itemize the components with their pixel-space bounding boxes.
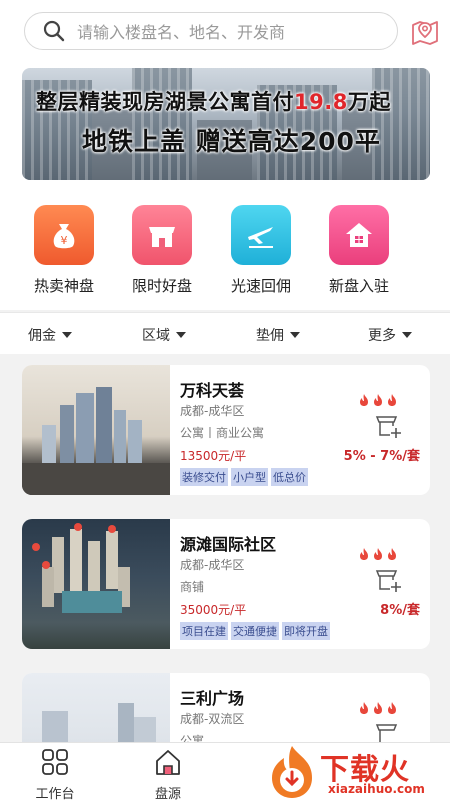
plane-icon: [231, 205, 291, 265]
hot-rating: [358, 547, 398, 561]
category-hot-sale[interactable]: ¥ 热卖神盘: [14, 205, 114, 296]
flame-icon: [374, 548, 382, 560]
header-area: 请输入楼盘名、地名、开发商 整层精装现房湖景公寓首付19.8万起 地铁上盖 赠送…: [0, 0, 450, 310]
search-icon: [43, 20, 65, 42]
category-limited-time[interactable]: 限时好盘: [112, 205, 212, 296]
listing-type: 商铺: [180, 580, 205, 594]
search-bar[interactable]: 请输入楼盘名、地名、开发商: [24, 12, 398, 50]
listing-price: 35000元/平: [180, 603, 247, 617]
tab-label: 盘源: [154, 787, 181, 800]
flame-icon: [374, 702, 382, 714]
store-icon: [132, 205, 192, 265]
dropdown-triangle-icon: [62, 332, 72, 338]
listing-name: 三利广场: [180, 689, 245, 708]
category-new-listing[interactable]: 新盘入驻: [309, 205, 409, 296]
tab-listings[interactable]: 盘源: [133, 747, 203, 800]
listing-tag: 即将开盘: [282, 622, 330, 640]
home-icon: [156, 750, 180, 775]
add-store-icon[interactable]: [374, 413, 402, 439]
listing-name: 万科天荟: [180, 381, 245, 400]
flame-icon: [360, 548, 368, 560]
banner-subline: 地铁上盖 赠送高达200平: [82, 127, 381, 156]
listing-type: 公寓丨商业公寓: [180, 426, 265, 440]
watermark-url: xiazaihuo.com: [328, 782, 425, 796]
grid-icon: [42, 749, 68, 775]
flame-icon: [388, 702, 396, 714]
listing-photo: [22, 519, 170, 649]
flame-icon: [360, 394, 368, 406]
category-fast-commission[interactable]: 光速回佣: [211, 205, 311, 296]
promo-banner[interactable]: 整层精装现房湖景公寓首付19.8万起 地铁上盖 赠送高达200平: [22, 68, 430, 180]
listing-tag: 项目在建: [180, 622, 228, 640]
filter-advance[interactable]: 垫佣: [256, 325, 300, 345]
listing-tag: 交通便捷: [231, 622, 279, 640]
listing-name: 源滩国际社区: [180, 535, 277, 554]
listing-tags: 装修交付 小户型 低总价: [180, 468, 308, 486]
listing-location: 成都-双流区: [180, 712, 245, 726]
dropdown-triangle-icon: [402, 332, 412, 338]
dropdown-triangle-icon: [176, 332, 186, 338]
dropdown-triangle-icon: [290, 332, 300, 338]
listing-tag: 装修交付: [180, 468, 228, 486]
flame-icon: [360, 702, 368, 714]
search-placeholder: 请输入楼盘名、地名、开发商: [77, 23, 286, 42]
category-label: 限时好盘: [131, 277, 192, 295]
hot-rating: [358, 701, 398, 715]
money-bag-icon: ¥: [34, 205, 94, 265]
listing-location: 成都-成华区: [180, 558, 245, 572]
listing-location: 成都-成华区: [180, 404, 245, 418]
listing-photo: [22, 365, 170, 495]
listing-commission: 5% - 7%/套: [343, 449, 420, 464]
category-label: 热卖神盘: [33, 277, 94, 295]
add-store-icon[interactable]: [374, 567, 402, 593]
filter-bar: 佣金 区域 垫佣 更多: [0, 312, 450, 354]
house-icon: [329, 205, 389, 265]
hot-rating: [358, 393, 398, 407]
flame-icon: [374, 394, 382, 406]
listing-card[interactable]: 源滩国际社区 成都-成华区 商铺 35000元/平 项目在建 交通便捷 即将开盘…: [22, 519, 430, 649]
flame-icon: [388, 548, 396, 560]
tab-workbench[interactable]: 工作台: [20, 747, 90, 800]
filter-commission[interactable]: 佣金: [28, 325, 72, 345]
filter-area[interactable]: 区域: [142, 325, 186, 345]
listing-card[interactable]: 万科天荟 成都-成华区 公寓丨商业公寓 13500元/平 装修交付 小户型 低总…: [22, 365, 430, 495]
category-label: 光速回佣: [230, 277, 291, 295]
listing-price: 13500元/平: [180, 449, 247, 463]
listing-tags: 项目在建 交通便捷 即将开盘: [180, 622, 330, 640]
listing-tag: 小户型: [231, 468, 268, 486]
category-label: 新盘入驻: [328, 277, 389, 295]
svg-text:¥: ¥: [61, 234, 68, 247]
banner-headline: 整层精装现房湖景公寓首付19.8万起: [36, 90, 391, 114]
watermark-logo: 下载火 xiazaihuo.com: [262, 740, 450, 800]
tab-label: 工作台: [35, 787, 75, 800]
listing-tag: 低总价: [271, 468, 308, 486]
map-location-icon[interactable]: [408, 14, 442, 48]
filter-more[interactable]: 更多: [368, 325, 412, 345]
flame-logo-icon: [272, 746, 312, 798]
listing-commission: 8%/套: [380, 603, 420, 618]
category-row: ¥ 热卖神盘 限时好盘 光速回佣 新盘入驻: [0, 205, 450, 305]
flame-icon: [388, 394, 396, 406]
